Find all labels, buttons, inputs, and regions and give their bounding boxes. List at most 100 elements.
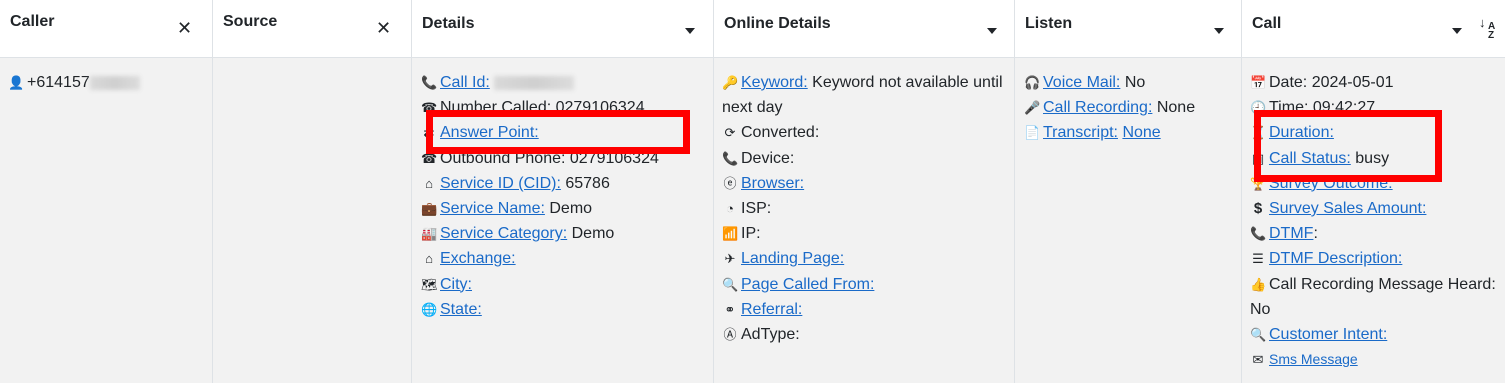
phone-icon: 📞: [421, 75, 438, 90]
device-text: Device:: [741, 149, 795, 167]
close-icon[interactable]: ✕: [177, 18, 192, 39]
service-id-value: 65786: [565, 174, 610, 192]
header-source-label: Source: [223, 13, 278, 30]
header-call-label: Call: [1252, 15, 1282, 32]
detail-service-name: 💼 Service Name: Demo: [421, 196, 711, 221]
detail-state: 🌐 State:: [421, 297, 711, 322]
chevron-down-icon[interactable]: [1452, 28, 1462, 34]
state-link[interactable]: State:: [440, 301, 482, 318]
header-online-details: Online Details: [714, 0, 1015, 58]
home-icon: ⌂: [425, 175, 433, 191]
header-call: Call ↓ A Z: [1242, 0, 1505, 58]
online-converted: ⟳ Converted:: [722, 120, 1010, 145]
calendar-icon: 📅: [1250, 75, 1267, 90]
call-recording-link[interactable]: Call Recording:: [1043, 99, 1152, 116]
phone-icon: 📞: [1250, 226, 1267, 242]
service-id-link[interactable]: Service ID (CID):: [440, 175, 561, 192]
header-listen: Listen: [1015, 0, 1242, 58]
search-plus-icon: 🔍: [722, 276, 739, 292]
call-recording-message: 👍 Call Recording Message Heard: No: [1250, 272, 1500, 322]
call-survey-sales: $ Survey Sales Amount:: [1250, 196, 1500, 221]
list-icon: ☰: [1252, 251, 1264, 267]
sort-alpha-icon[interactable]: A Z: [1488, 21, 1496, 41]
service-name-link[interactable]: Service Name:: [440, 200, 545, 217]
dtmf-link[interactable]: DTMF: [1269, 225, 1313, 242]
sort-label: A Z: [1488, 21, 1495, 41]
sms-message-link[interactable]: Sms Message: [1269, 351, 1358, 367]
header-listen-label: Listen: [1025, 15, 1073, 32]
page-called-from-link[interactable]: Page Called From:: [741, 276, 874, 293]
detail-service-id: ⌂ Service ID (CID): 65786: [421, 171, 711, 196]
online-keyword: 🔑 Keyword: Keyword not available until ne…: [722, 70, 1010, 120]
call-date: 📅 Date: 2024-05-01: [1250, 70, 1500, 95]
survey-sales-link[interactable]: Survey Sales Amount:: [1269, 200, 1426, 217]
exchange-link[interactable]: Exchange:: [440, 250, 516, 267]
chevron-down-icon[interactable]: [685, 28, 695, 34]
close-icon[interactable]: ✕: [376, 18, 391, 39]
chevron-down-icon[interactable]: [987, 28, 997, 34]
refresh-icon: ⟳: [724, 125, 736, 141]
redacted-block: [494, 75, 575, 90]
internet-explorer-icon: ⓔ: [723, 175, 737, 191]
voice-mail-value: No: [1124, 74, 1146, 91]
sort-arrow-icon[interactable]: ↓: [1479, 16, 1486, 29]
header-online-details-label: Online Details: [724, 15, 831, 32]
online-device: 📞 Device:: [722, 146, 1010, 171]
voice-mail-link[interactable]: Voice Mail:: [1043, 74, 1120, 91]
tachometer-icon: ◔: [726, 200, 734, 216]
browser-link[interactable]: Browser:: [741, 175, 804, 192]
online-isp: ◔ ISP:: [722, 196, 1010, 221]
crm-text: Call Recording Message Heard: No: [1250, 275, 1496, 318]
call-dtmf-description: ☰ DTMF Description:: [1250, 246, 1500, 271]
phone-icon: 📞: [722, 150, 739, 166]
industry-icon: 🏭: [421, 226, 438, 242]
date-text: Date: 2024-05-01: [1269, 74, 1394, 91]
online-ip: 📶 IP:: [722, 221, 1010, 246]
keyword-link[interactable]: Keyword:: [741, 74, 808, 91]
listen-call-recording: 🎤 Call Recording: None: [1024, 95, 1238, 120]
caller-line: 👤 +614157: [8, 70, 140, 95]
transcript-value-link[interactable]: None: [1122, 124, 1160, 141]
listen-transcript: 📄 Transcript: None: [1024, 120, 1238, 145]
detail-call-id: 📞 Call Id:: [421, 70, 711, 95]
call-sms-message: ✉ Sms Message: [1250, 347, 1500, 372]
redacted-block: [89, 75, 140, 90]
file-icon: 📄: [1024, 125, 1041, 141]
transcript-link[interactable]: Transcript:: [1043, 124, 1118, 141]
ip-text: IP:: [741, 225, 761, 243]
plane-icon: ✈: [724, 251, 736, 267]
landing-page-link[interactable]: Landing Page:: [741, 250, 844, 267]
wifi-icon: 📶: [722, 226, 739, 242]
online-landing-page: ✈ Landing Page:: [722, 246, 1010, 271]
detail-service-category: 🏭 Service Category: Demo: [421, 221, 711, 246]
converted-text: Converted:: [741, 124, 820, 142]
header-source: Source ✕: [213, 0, 412, 58]
referral-link[interactable]: Referral:: [741, 301, 802, 318]
dtmf-suffix: :: [1313, 225, 1318, 243]
globe-icon: 🌐: [421, 301, 438, 317]
headphones-icon: 🎧: [1024, 75, 1041, 90]
call-customer-intent: 🔍 Customer Intent:: [1250, 322, 1500, 347]
call-id-link[interactable]: Call Id:: [440, 74, 490, 91]
chevron-down-icon[interactable]: [1214, 28, 1224, 34]
online-page-called-from: 🔍 Page Called From:: [722, 272, 1010, 297]
service-category-link[interactable]: Service Category:: [440, 225, 567, 242]
service-name-value: Demo: [549, 199, 593, 217]
customer-intent-link[interactable]: Customer Intent:: [1269, 326, 1387, 343]
details-cell: 📞 Call Id: ☎ Number Called: 0279106324 ⇄ An…: [421, 70, 711, 322]
call-log-table: Caller ✕ Source ✕ Details Online Details…: [0, 0, 1505, 383]
envelope-icon: ✉: [1252, 352, 1264, 368]
dtmf-description-link[interactable]: DTMF Description:: [1269, 250, 1402, 267]
call-recording-value: None: [1156, 99, 1196, 117]
call-dtmf: 📞 DTMF:: [1250, 221, 1500, 246]
online-browser: ⓔ Browser:: [722, 171, 1010, 196]
online-details-cell: 🔑 Keyword: Keyword not available until ne…: [722, 70, 1010, 347]
thumbs-up-icon: 👍: [1250, 276, 1267, 292]
briefcase-icon: 💼: [421, 200, 438, 216]
online-referral: ⚭ Referral:: [722, 297, 1010, 322]
header-details: Details: [412, 0, 714, 58]
city-link[interactable]: City:: [440, 276, 472, 293]
highlight-box-answer-point: [426, 110, 690, 154]
dollar-icon: $: [1253, 199, 1263, 217]
service-category-value: Demo: [571, 225, 615, 243]
